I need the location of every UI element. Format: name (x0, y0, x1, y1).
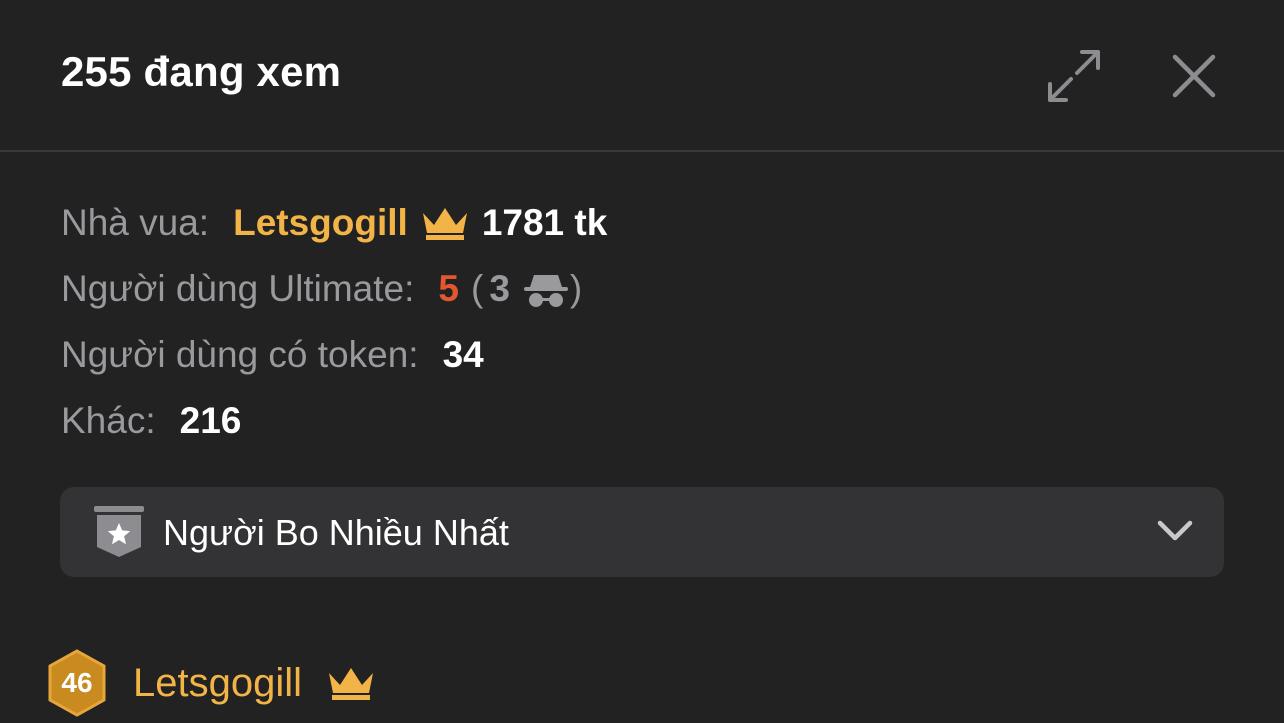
viewer-count-title: 255 đang xem (61, 48, 342, 95)
other-count: 216 (179, 400, 242, 441)
expand-icon (1048, 50, 1100, 102)
viewers-panel: 255 đang xem Nhà vua: Letsgogill 1781 tk… (0, 0, 1284, 723)
top-tippers-dropdown[interactable]: Người Bo Nhiều Nhất (60, 487, 1224, 577)
level-badge: 46 (47, 649, 107, 717)
ultimate-hidden-count: 3 (489, 268, 510, 309)
token-users-row: Người dùng có token: 34 (61, 322, 607, 388)
ultimate-paren-open: ( (470, 268, 484, 309)
ultimate-count: 5 (438, 268, 459, 309)
king-name[interactable]: Letsgogill (233, 202, 408, 244)
user-name[interactable]: Letsgogill (133, 661, 302, 706)
token-users-label: Người dùng có token: (61, 334, 419, 375)
king-label: Nhà vua: (61, 202, 210, 243)
panel-header: 255 đang xem (0, 0, 1284, 152)
crown-icon (422, 208, 467, 240)
incognito-icon (523, 275, 568, 307)
ultimate-row: Người dùng Ultimate: 5 ( 3 ) (61, 256, 607, 322)
list-item[interactable]: 46 Letsgogill (47, 648, 376, 718)
level-number: 46 (61, 667, 93, 698)
close-icon (1172, 54, 1216, 98)
other-row: Khác: 216 (61, 388, 607, 454)
chevron-down-icon (1157, 520, 1193, 541)
dropdown-label: Người Bo Nhiều Nhất (163, 512, 509, 553)
crown-icon (329, 668, 374, 700)
ultimate-paren-close: ) (569, 268, 583, 309)
king-tokens: 1781 tk (481, 202, 608, 243)
star-shield-icon (94, 506, 144, 557)
token-users-count: 34 (442, 334, 484, 375)
viewer-stats: Nhà vua: Letsgogill 1781 tk Người dùng U… (61, 190, 607, 454)
other-label: Khác: (61, 400, 156, 441)
close-button[interactable] (1162, 44, 1226, 108)
ultimate-label: Người dùng Ultimate: (61, 268, 415, 309)
king-row: Nhà vua: Letsgogill 1781 tk (61, 190, 607, 256)
expand-button[interactable] (1042, 44, 1106, 108)
